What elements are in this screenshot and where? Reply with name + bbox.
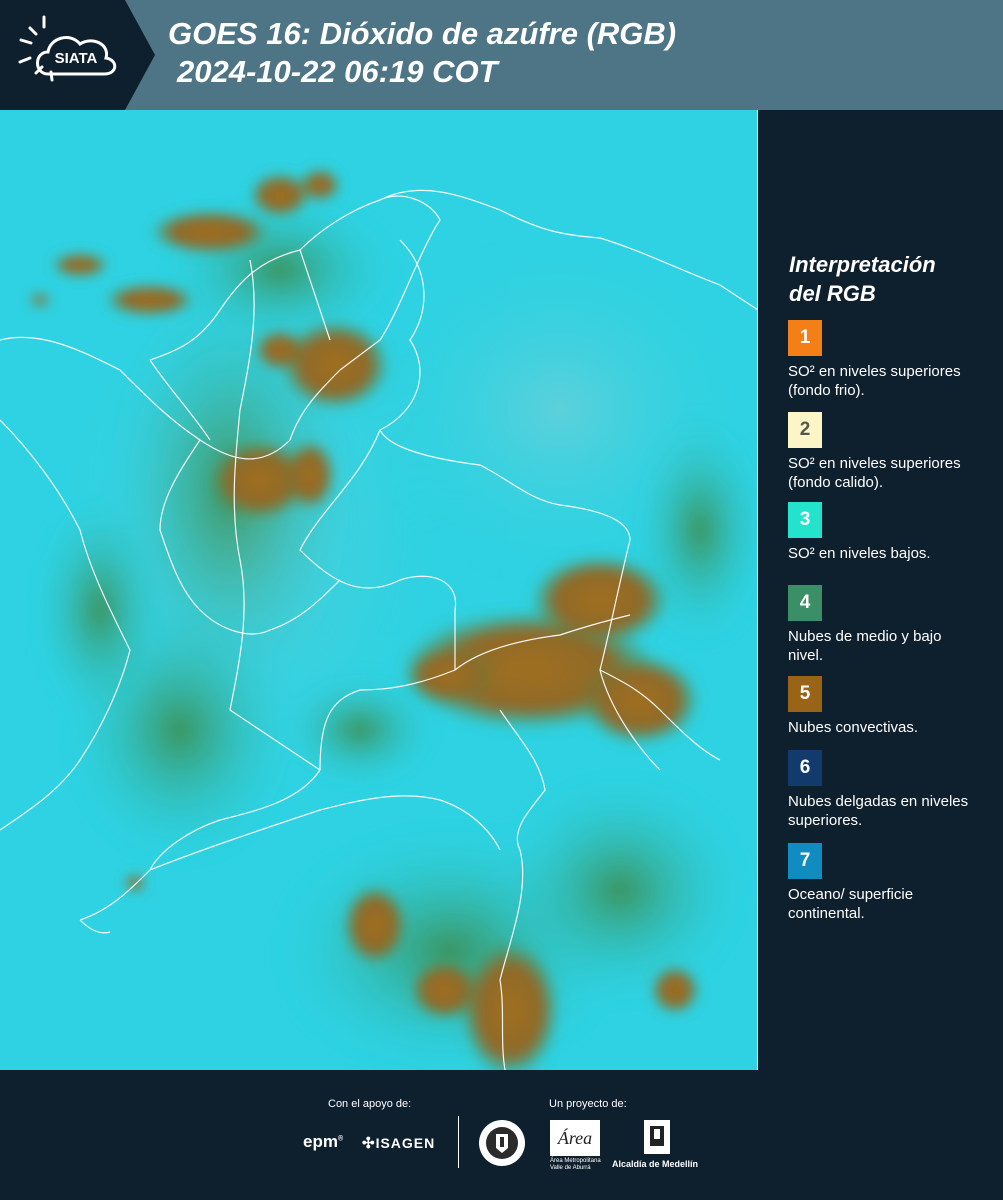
alcaldia-shield-icon xyxy=(644,1120,670,1154)
legend-item-1: 1 SO² en niveles superiores (fondo frio). xyxy=(788,320,988,400)
support-label: Con el apoyo de: xyxy=(328,1098,412,1110)
logo-badge: SIATA xyxy=(0,0,155,110)
isagen-mark-icon: ✣ xyxy=(362,1135,376,1152)
legend-label: SO² en niveles bajos. xyxy=(788,545,931,562)
legend-panel: Interpretación del RGB 1 SO² en niveles s… xyxy=(758,110,1003,1070)
legend-title-line-1: Interpretación xyxy=(789,252,936,277)
epm-logo[interactable]: epm® xyxy=(303,1132,343,1152)
legend-swatch: 5 xyxy=(788,676,822,712)
header-bar: SIATA GOES 16: Dióxido de azúfre (RGB) 2… xyxy=(0,0,1003,110)
legend-item-5: 5 Nubes convectivas. xyxy=(788,676,988,737)
legend-item-7: 7 Oceano/ superficie continental. xyxy=(788,843,988,923)
legend-item-6: 6 Nubes delgadas en niveles superiores. xyxy=(788,750,988,830)
legend-label: Nubes de medio y bajo nivel. xyxy=(788,628,942,664)
legend-title-line-2: del RGB xyxy=(789,281,876,306)
legend-item-3: 3 SO² en niveles bajos. xyxy=(788,502,988,563)
epm-logo-text: epm xyxy=(303,1132,338,1151)
project-label: Un proyecto de: xyxy=(549,1098,627,1110)
footer: Con el apoyo de: Un proyecto de: epm® ✣I… xyxy=(0,1070,1003,1200)
footer-divider xyxy=(458,1116,459,1168)
isagen-logo-text: ISAGEN xyxy=(375,1135,436,1151)
isagen-logo[interactable]: ✣ISAGEN xyxy=(362,1134,435,1152)
area-logo-mark: Área xyxy=(550,1120,600,1156)
siata-logo[interactable]: SIATA xyxy=(0,0,155,110)
title-line-1: GOES 16: Dióxido de azúfre (RGB) xyxy=(168,16,677,51)
legend-label: Nubes convectivas. xyxy=(788,719,919,736)
legend-swatch: 2 xyxy=(788,412,822,448)
legend-label: SO² en niveles superiores (fondo frio). xyxy=(788,363,961,399)
alcaldia-logo-text: Alcaldía de Medellín xyxy=(612,1159,699,1169)
legend-title: Interpretación del RGB xyxy=(789,250,989,308)
map-canvas xyxy=(0,110,770,1080)
title-line-2: 2024-10-22 06:19 COT xyxy=(177,54,498,89)
satellite-map[interactable] xyxy=(0,110,770,1080)
legend-swatch: 3 xyxy=(788,502,822,538)
legend-label: Oceano/ superficie continental. xyxy=(788,886,914,922)
page-title: GOES 16: Dióxido de azúfre (RGB) 2024-10… xyxy=(168,15,676,91)
medellin-seal-icon[interactable] xyxy=(477,1118,527,1168)
alcaldia-logo[interactable]: Alcaldía de Medellín xyxy=(612,1118,702,1169)
logo-text: SIATA xyxy=(55,50,98,67)
legend-swatch: 1 xyxy=(788,320,822,356)
legend-label: SO² en niveles superiores (fondo calido)… xyxy=(788,455,961,491)
legend-swatch: 4 xyxy=(788,585,822,621)
legend-swatch: 6 xyxy=(788,750,822,786)
area-metropolitana-logo[interactable]: Área Área Metropolitana Valle de Aburrá xyxy=(550,1120,601,1171)
area-logo-caption: Área Metropolitana Valle de Aburrá xyxy=(550,1158,601,1171)
legend-item-4: 4 Nubes de medio y bajo nivel. xyxy=(788,585,988,665)
legend-item-2: 2 SO² en niveles superiores (fondo calido… xyxy=(788,412,988,492)
legend-swatch: 7 xyxy=(788,843,822,879)
legend-label: Nubes delgadas en niveles superiores. xyxy=(788,793,969,829)
